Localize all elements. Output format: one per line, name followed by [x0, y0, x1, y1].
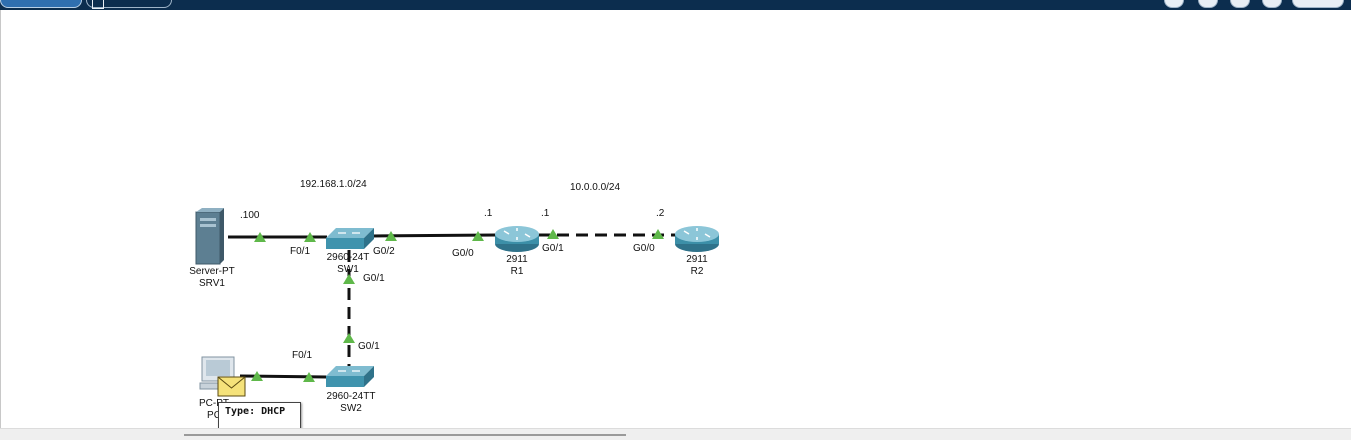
iface-label-r1-g00: G0/0 [452, 248, 474, 259]
horizontal-scrollbar[interactable] [0, 428, 1351, 440]
device-label-sw1[interactable]: 2960-24T SW1 [327, 252, 370, 276]
iface-label-sw1-g02: G0/2 [373, 246, 395, 257]
device-name: R1 [510, 266, 524, 277]
device-name: SRV1 [199, 278, 225, 289]
device-model: 2960-24T [326, 252, 370, 263]
scrollbar-thumb[interactable] [184, 434, 626, 436]
link-up-icon [343, 333, 355, 343]
device-label-r2[interactable]: 2911 R2 [686, 254, 708, 278]
network-label-wan: 10.0.0.0/24 [570, 182, 621, 193]
ip-label-r1-g00: .1 [484, 208, 493, 219]
iface-label-r1-g01: G0/1 [542, 243, 564, 254]
device-name: SW1 [337, 264, 359, 275]
switch-icon [326, 228, 374, 249]
router-icon [495, 226, 539, 252]
router-icon [675, 226, 719, 252]
device-label-srv1[interactable]: Server-PT SRV1 [189, 266, 235, 290]
link-pc-sw2 [239, 374, 328, 379]
switch-icon [326, 366, 374, 387]
device-model: 2960-24TT [326, 391, 376, 402]
device-name: SW2 [340, 403, 362, 414]
ip-label-r2-g00: .2 [656, 208, 665, 219]
server-icon [195, 208, 224, 265]
device-model: 2911 [506, 254, 528, 265]
iface-label-r2-g00: G0/0 [633, 243, 655, 254]
device-label-sw2[interactable]: 2960-24TT SW2 [327, 391, 376, 415]
device-label-r1[interactable]: 2911 R1 [506, 254, 528, 278]
topology-canvas [195, 208, 719, 397]
device-model: Server-PT [189, 266, 235, 277]
envelope-icon [217, 376, 246, 397]
device-model: 2911 [686, 254, 708, 265]
iface-label-sw1-f01: F0/1 [290, 246, 311, 257]
iface-label-sw2-g01: G0/1 [358, 341, 380, 352]
ip-label-srv1: .100 [240, 210, 260, 221]
iface-label-sw2-f01: F0/1 [292, 350, 313, 361]
device-name: R2 [690, 266, 704, 277]
ip-label-r1-g01: .1 [541, 208, 550, 219]
network-label-lan: 192.168.1.0/24 [300, 179, 367, 190]
